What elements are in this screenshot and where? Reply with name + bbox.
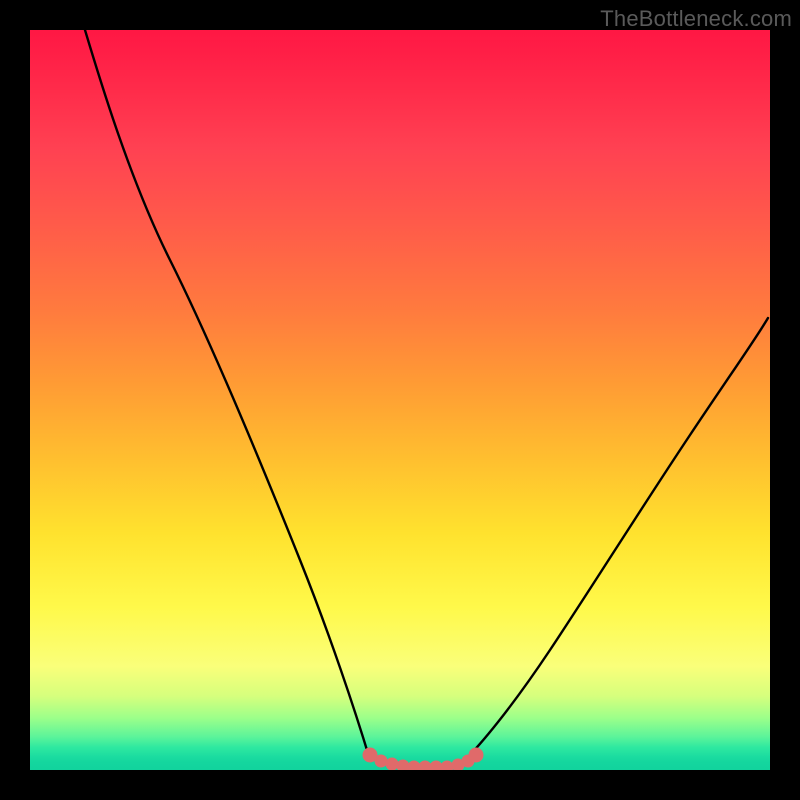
left-curve: [85, 30, 370, 760]
plot-area: [30, 30, 770, 770]
dot: [419, 761, 431, 770]
dot: [441, 761, 453, 770]
curve-overlay: [30, 30, 770, 770]
dot: [375, 755, 387, 767]
chart-frame: TheBottleneck.com: [0, 0, 800, 800]
dot: [408, 761, 420, 770]
dot: [430, 761, 442, 770]
dot: [386, 758, 398, 770]
bottom-dots-group: [363, 748, 483, 770]
right-curve: [465, 318, 768, 760]
watermark-text: TheBottleneck.com: [600, 6, 792, 32]
dot: [397, 760, 409, 770]
dot: [469, 748, 483, 762]
